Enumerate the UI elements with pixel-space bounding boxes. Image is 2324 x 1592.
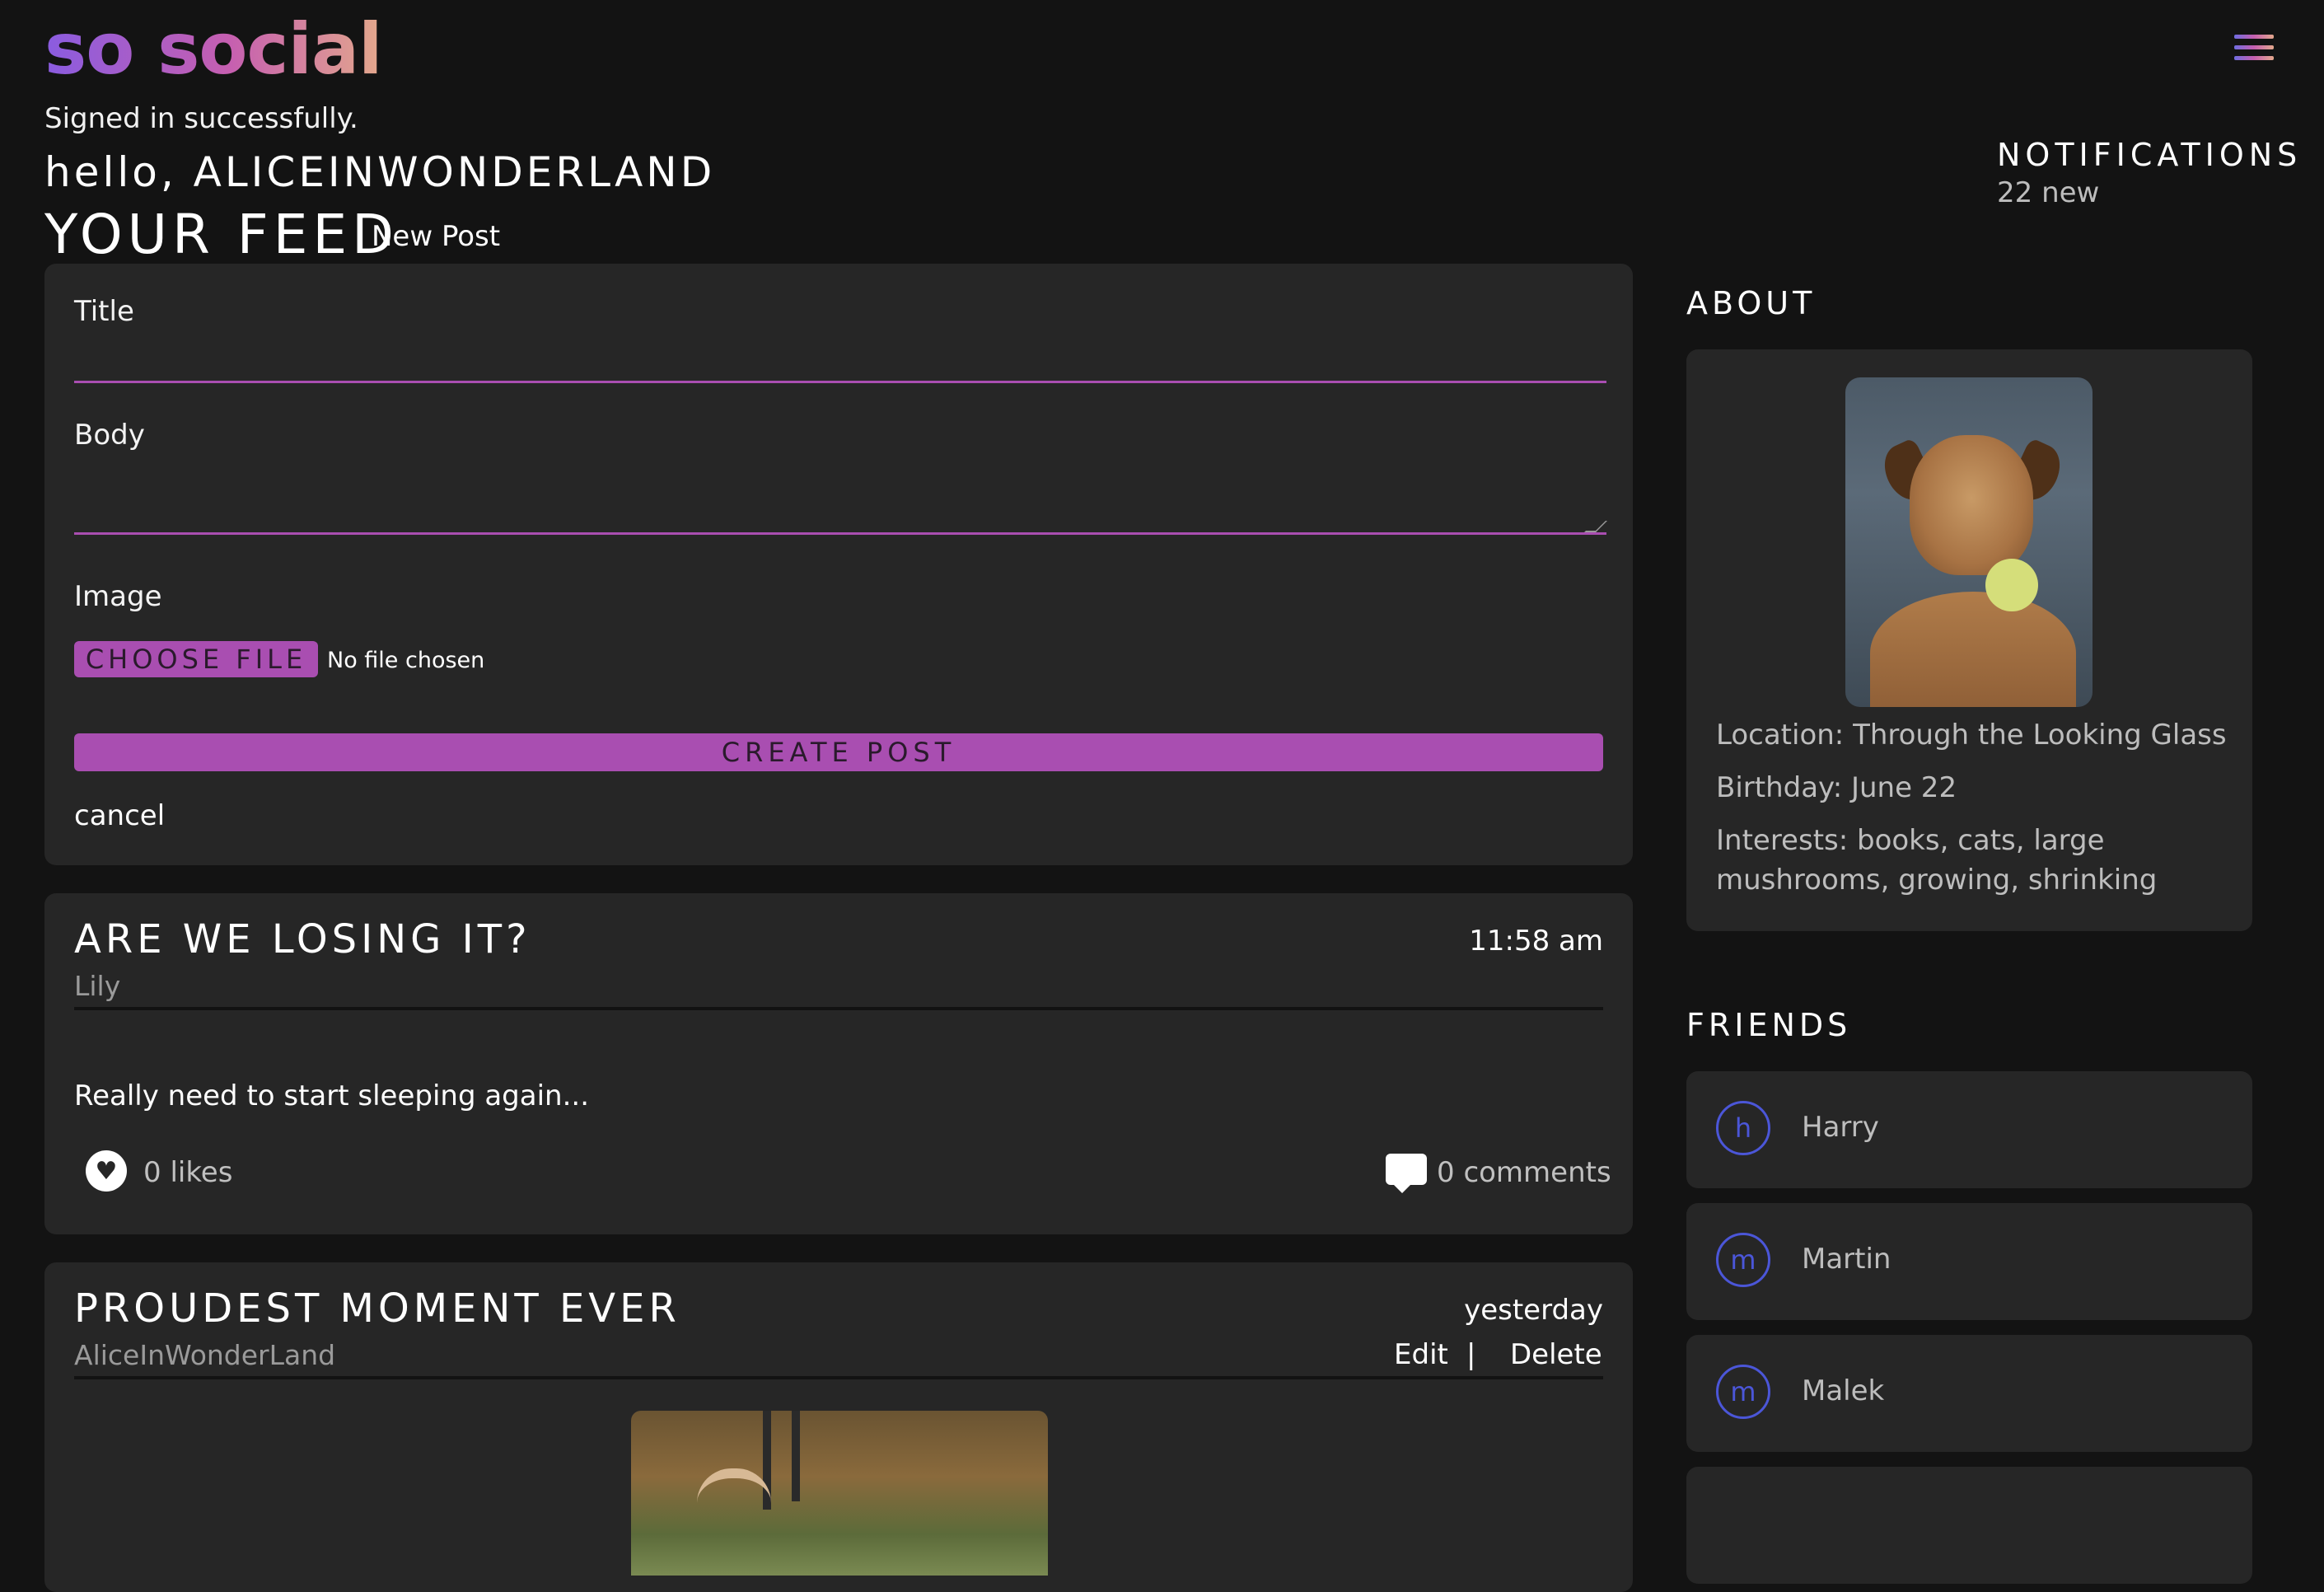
site-logo[interactable]: so social (44, 8, 382, 91)
friend-name: Martin (1802, 1243, 1891, 1276)
friend-name: Harry (1802, 1111, 1879, 1144)
post-image (631, 1411, 1048, 1576)
file-status: No file chosen (327, 648, 485, 673)
about-location: Location: Through the Looking Glass (1716, 719, 2227, 752)
action-separator: | (1466, 1338, 1476, 1371)
notifications-count: 22 new (1997, 176, 2100, 209)
about-interests: Interests: books, cats, large mushrooms,… (1716, 824, 2158, 897)
comments-count[interactable]: 0 comments (1437, 1156, 1611, 1189)
greeting-heading: hello, ALICEINWONDERLAND (44, 148, 716, 196)
body-label: Body (74, 419, 145, 452)
friend-avatar: m (1716, 1233, 1770, 1287)
image-label: Image (74, 580, 162, 613)
post-time: 11:58 am (1469, 925, 1603, 958)
delete-post-link[interactable]: Delete (1510, 1338, 1602, 1371)
create-post-button[interactable]: CREATE POST (74, 733, 1603, 771)
post-card: ARE WE LOSING IT? 11:58 am Lily Really n… (44, 893, 1633, 1234)
friend-item[interactable]: m Malek (1686, 1335, 2252, 1452)
notifications-title: NOTIFICATIONS (1997, 137, 2303, 173)
edit-post-link[interactable]: Edit (1394, 1338, 1448, 1371)
hamburger-menu-icon[interactable] (2234, 35, 2274, 63)
friends-heading: FRIENDS (1686, 1007, 1852, 1043)
about-birthday: Birthday: June 22 (1716, 771, 1957, 804)
friend-item[interactable]: h Harry (1686, 1071, 2252, 1188)
post-title: ARE WE LOSING IT? (74, 916, 531, 962)
title-label: Title (74, 295, 134, 328)
friend-item[interactable]: m Martin (1686, 1203, 2252, 1320)
friend-item[interactable] (1686, 1467, 2252, 1584)
flash-message: Signed in successfully. (44, 102, 358, 135)
new-post-form: Title Body Image CHOOSE FILE No file cho… (44, 264, 1633, 865)
heart-icon[interactable]: ♥ (86, 1150, 127, 1192)
about-card: Location: Through the Looking Glass Birt… (1686, 349, 2252, 931)
friend-name: Malek (1802, 1374, 1885, 1407)
post-author[interactable]: AliceInWonderLand (74, 1339, 335, 1371)
post-divider (74, 1007, 1603, 1010)
post-author[interactable]: Lily (74, 970, 120, 1002)
new-post-link[interactable]: New Post (372, 220, 500, 253)
comment-bubble-icon[interactable] (1386, 1154, 1427, 1193)
post-time: yesterday (1464, 1294, 1603, 1327)
feed-title: YOUR FEED (44, 203, 399, 266)
profile-photo (1845, 377, 2093, 707)
post-body: Really need to start sleeping again... (74, 1079, 590, 1112)
notifications-panel[interactable]: NOTIFICATIONS 22 new (1997, 137, 2302, 209)
cancel-link[interactable]: cancel (74, 799, 165, 832)
friend-avatar: h (1716, 1101, 1770, 1155)
likes-count: 0 likes (143, 1156, 233, 1189)
friend-avatar: m (1716, 1365, 1770, 1419)
about-heading: ABOUT (1686, 285, 1817, 321)
choose-file-button[interactable]: CHOOSE FILE (74, 641, 318, 677)
post-title: PROUDEST MOMENT EVER (74, 1285, 680, 1332)
post-card: PROUDEST MOMENT EVER yesterday AliceInWo… (44, 1262, 1633, 1592)
title-input[interactable] (74, 339, 1606, 383)
post-divider (74, 1376, 1603, 1379)
body-textarea[interactable] (74, 458, 1606, 535)
